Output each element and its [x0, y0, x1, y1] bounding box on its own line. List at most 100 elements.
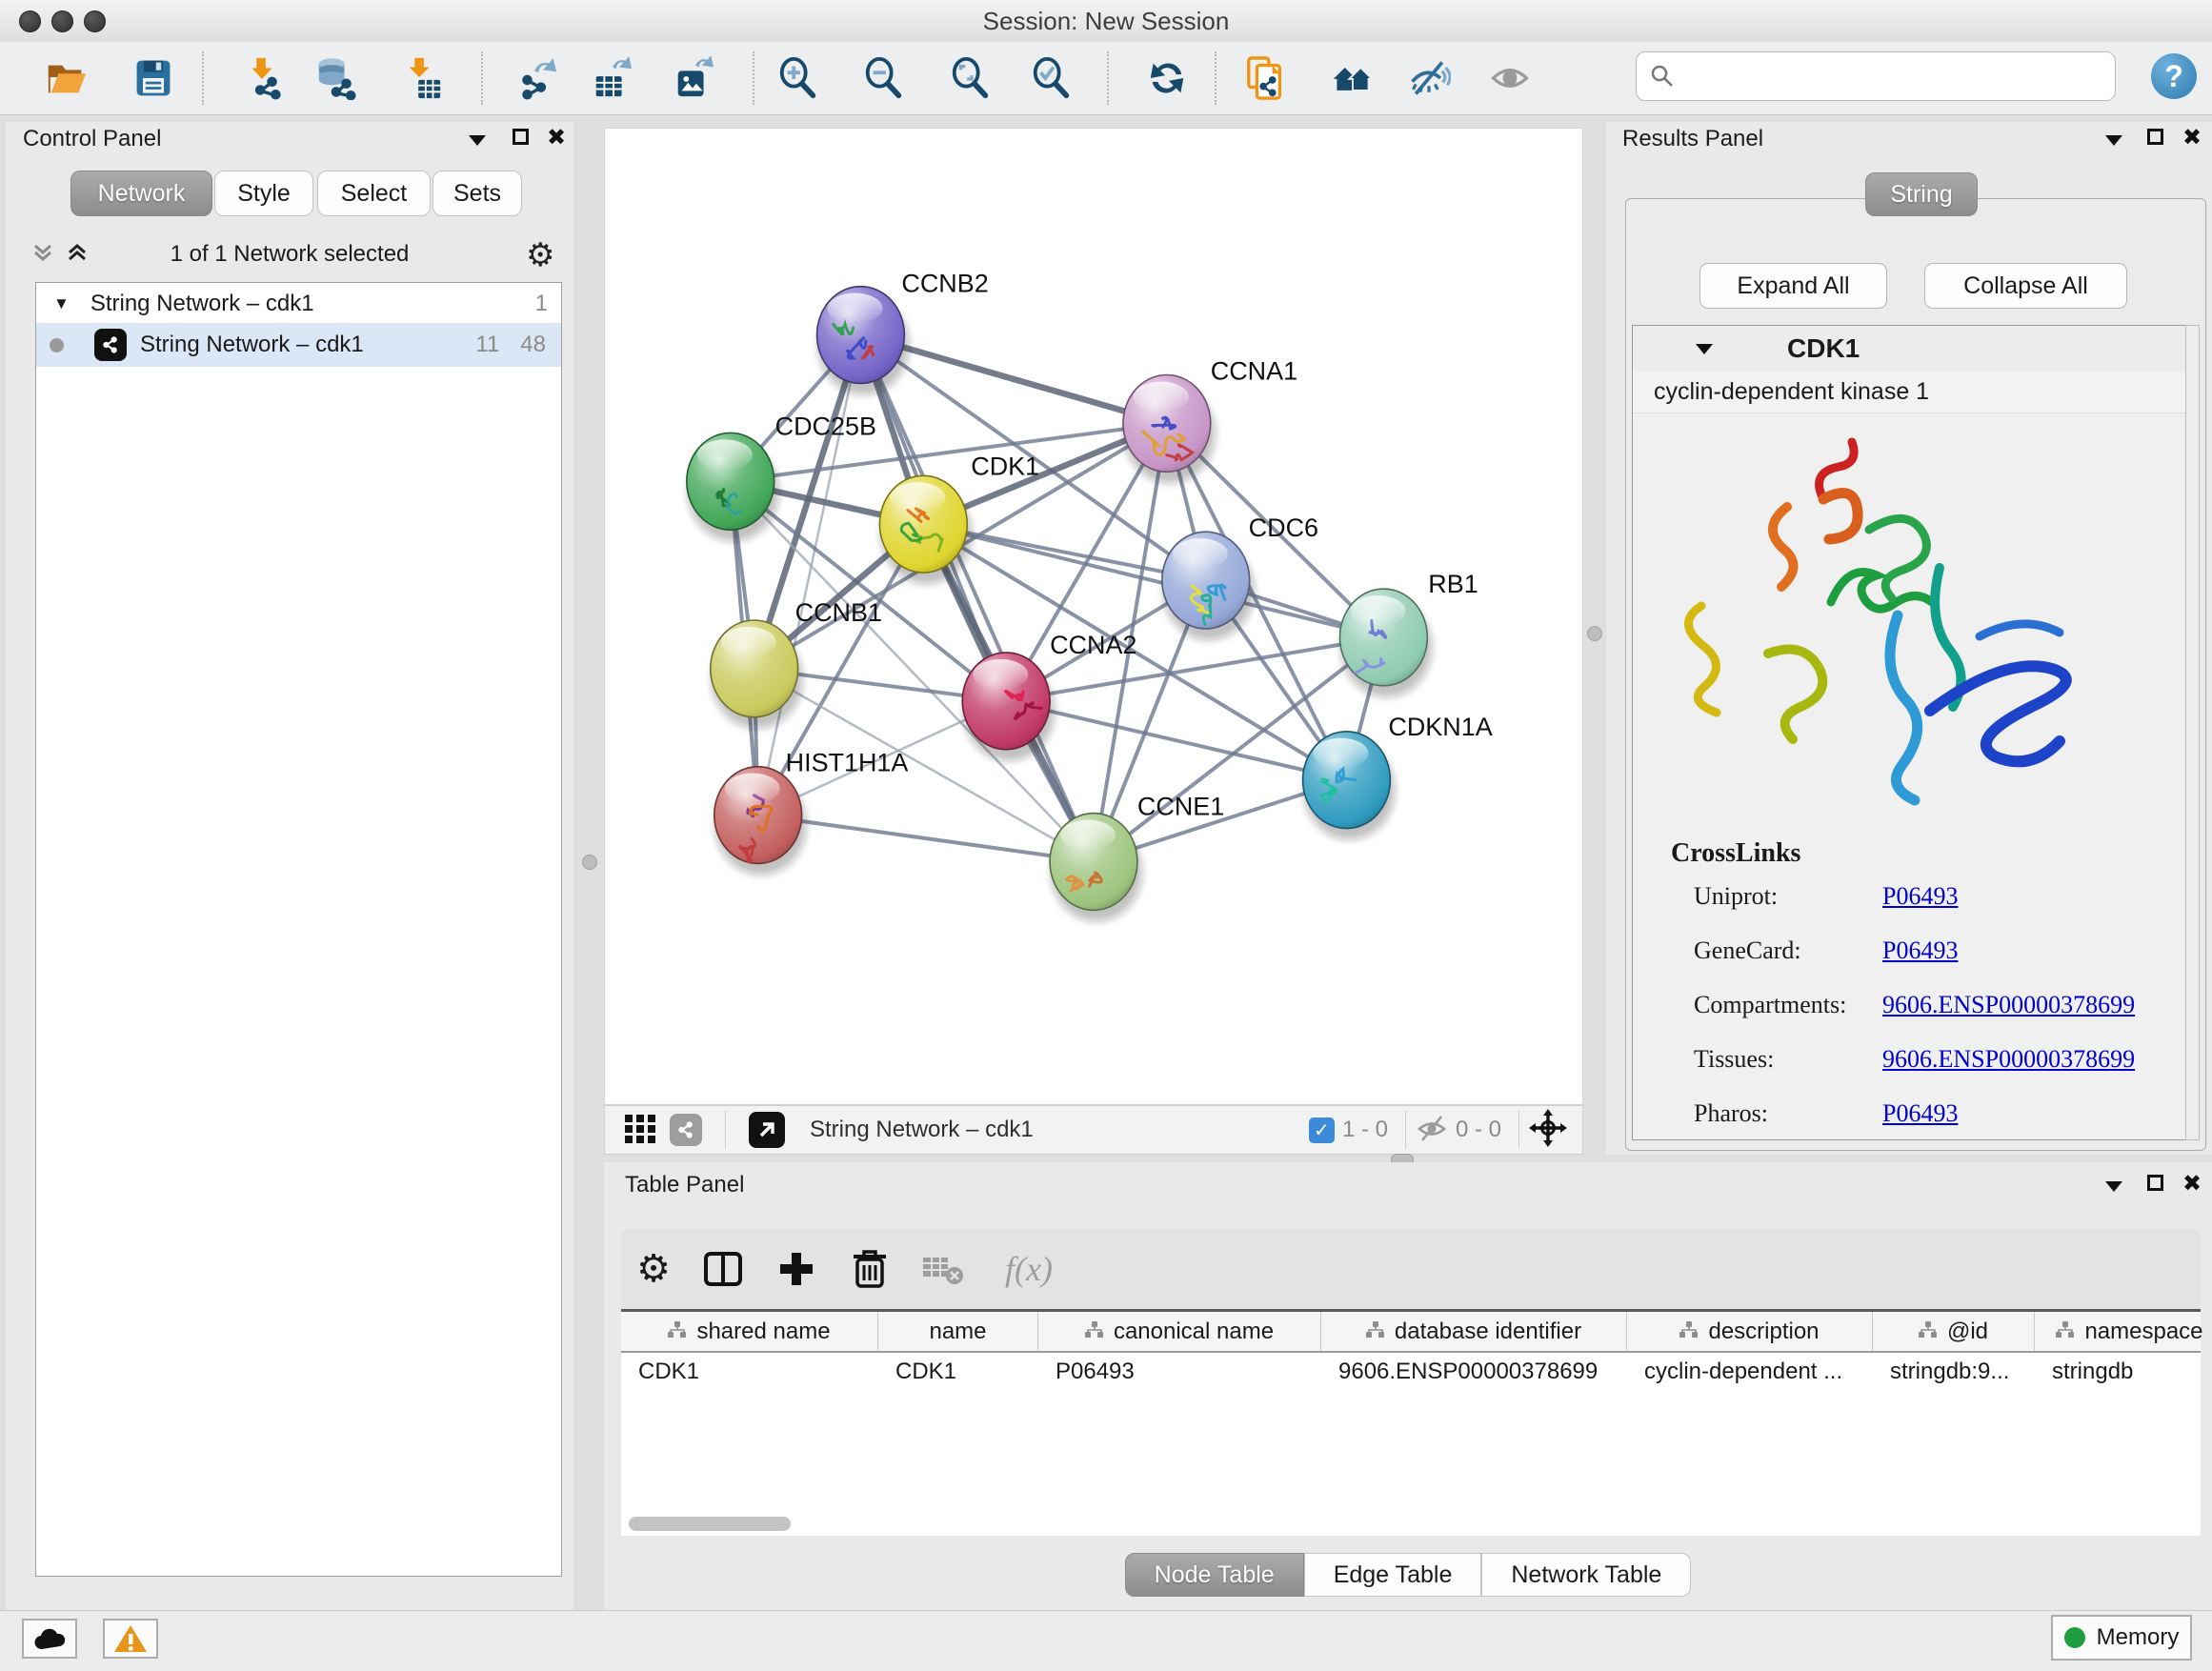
- table-cell[interactable]: CDK1: [878, 1353, 1038, 1391]
- control-panel-menu-icon[interactable]: [469, 133, 486, 151]
- column-header-canonical-name[interactable]: canonical name: [1038, 1312, 1321, 1351]
- zoom-fit-icon[interactable]: [949, 55, 993, 101]
- crosslink-link[interactable]: P06493: [1882, 1099, 1958, 1128]
- export-table-icon[interactable]: [591, 55, 634, 101]
- network-node-CDC6[interactable]: CDC6: [1162, 513, 1318, 640]
- tab-style[interactable]: Style: [214, 171, 313, 216]
- control-panel-close-icon[interactable]: ✖: [547, 127, 566, 150]
- share-view-icon[interactable]: [670, 1114, 702, 1146]
- table-cell[interactable]: P06493: [1038, 1353, 1321, 1391]
- cloud-status-button[interactable]: [22, 1619, 77, 1659]
- first-neighbors-icon[interactable]: [1331, 55, 1375, 101]
- zoom-in-icon[interactable]: [776, 55, 820, 101]
- gene-name: CDK1: [1787, 333, 1860, 364]
- split-columns-icon[interactable]: [696, 1229, 750, 1309]
- zoom-out-icon[interactable]: [862, 55, 906, 101]
- network-collection-row[interactable]: ▼ String Network – cdk1 1: [36, 285, 561, 323]
- network-node-CDKN1A[interactable]: CDKN1A: [1303, 713, 1493, 840]
- crosslink-link[interactable]: P06493: [1882, 936, 1958, 965]
- right-splitter-grip[interactable]: [1587, 626, 1602, 641]
- add-column-icon[interactable]: [770, 1229, 823, 1309]
- results-panel-close-icon[interactable]: ✖: [2182, 127, 2202, 150]
- hidden-count: 0 - 0: [1456, 1117, 1501, 1143]
- gene-collapse-icon[interactable]: [1696, 344, 1713, 354]
- tab-node-table[interactable]: Node Table: [1125, 1553, 1304, 1597]
- function-builder-icon[interactable]: f(x): [991, 1229, 1067, 1309]
- save-session-icon[interactable]: [131, 55, 175, 101]
- table-panel: Table Panel ✖ ⚙ f(x) shared namenamecano…: [604, 1162, 2212, 1610]
- table-cell[interactable]: 9606.ENSP00000378699: [1321, 1353, 1627, 1391]
- column-header-database-identifier[interactable]: database identifier: [1321, 1312, 1627, 1351]
- table-gear-icon[interactable]: ⚙: [627, 1229, 680, 1309]
- network-node-HIST1H1A[interactable]: HIST1H1A: [714, 749, 909, 876]
- expand-all-networks-icon[interactable]: [30, 240, 55, 270]
- import-table-file-icon[interactable]: [400, 55, 444, 101]
- crosslink-link[interactable]: 9606.ENSP00000378699: [1882, 1045, 2135, 1074]
- control-panel-title: Control Panel: [23, 126, 161, 152]
- apply-layout-icon[interactable]: [1145, 55, 1189, 101]
- results-panel-menu-icon[interactable]: [2105, 133, 2122, 151]
- zoom-selected-icon[interactable]: [1030, 55, 1074, 101]
- network-from-selection-icon[interactable]: [1244, 55, 1288, 101]
- hidden-eye-icon[interactable]: [1416, 1114, 1448, 1147]
- hide-selected-icon[interactable]: [1407, 55, 1451, 101]
- grid-view-icon[interactable]: [624, 1112, 656, 1149]
- show-all-icon[interactable]: [1488, 55, 1532, 101]
- left-splitter-grip[interactable]: [582, 855, 597, 870]
- import-network-database-icon[interactable]: [313, 55, 357, 101]
- results-scrollbar[interactable]: [2185, 325, 2200, 1140]
- crosslink-row: GeneCard:P06493: [1633, 936, 2189, 984]
- collapse-all-networks-icon[interactable]: [65, 240, 90, 270]
- delete-table-icon[interactable]: [916, 1229, 970, 1309]
- network-canvas[interactable]: CCNB2CCNA1CDC25BCDK1CDC6RB1CCNB1CCNA2CDK…: [604, 128, 1583, 1105]
- selected-checkbox-icon[interactable]: ✓: [1309, 1117, 1335, 1143]
- open-session-icon[interactable]: [45, 55, 89, 101]
- tab-network-table[interactable]: Network Table: [1481, 1553, 1691, 1597]
- table-panel-float-icon[interactable]: [2147, 1175, 2163, 1196]
- network-node-CCNB2[interactable]: CCNB2: [817, 270, 989, 395]
- birdseye-view-icon[interactable]: [749, 1112, 785, 1148]
- string-network-graph: CCNB2CCNA1CDC25BCDK1CDC6RB1CCNB1CCNA2CDK…: [605, 129, 1582, 1104]
- expand-all-button[interactable]: Expand All: [1699, 263, 1887, 309]
- column-header--id[interactable]: @id: [1873, 1312, 2035, 1351]
- help-icon[interactable]: ?: [2151, 53, 2197, 99]
- column-header-label: description: [1708, 1319, 1819, 1345]
- control-panel-float-icon[interactable]: [513, 129, 529, 150]
- crosslink-link[interactable]: P06493: [1882, 882, 1958, 911]
- export-network-icon[interactable]: [516, 55, 560, 101]
- table-horizontal-scrollbar[interactable]: [629, 1517, 791, 1531]
- network-node-CCNE1[interactable]: CCNE1: [1050, 793, 1224, 922]
- gene-header-row[interactable]: CDK1: [1633, 326, 2189, 372]
- table-cell[interactable]: stringdb: [2035, 1353, 2212, 1391]
- column-header-description[interactable]: description: [1627, 1312, 1873, 1351]
- table-panel-menu-icon[interactable]: [2105, 1179, 2122, 1197]
- results-panel-float-icon[interactable]: [2147, 129, 2163, 150]
- network-node-CCNB1[interactable]: CCNB1: [711, 598, 882, 729]
- pan-crosshair-icon[interactable]: [1529, 1109, 1567, 1152]
- delete-column-icon[interactable]: [843, 1229, 896, 1309]
- column-header-namespace[interactable]: namespace: [2035, 1312, 2212, 1351]
- tab-edge-table[interactable]: Edge Table: [1304, 1553, 1482, 1597]
- table-panel-close-icon[interactable]: ✖: [2182, 1173, 2202, 1196]
- network-options-gear-icon[interactable]: ⚙: [526, 236, 554, 274]
- tab-network[interactable]: Network: [70, 171, 212, 216]
- memory-button[interactable]: Memory: [2051, 1615, 2192, 1661]
- column-header-name[interactable]: name: [878, 1312, 1038, 1351]
- tab-sets[interactable]: Sets: [432, 171, 522, 216]
- tab-string[interactable]: String: [1865, 172, 1978, 216]
- table-cell[interactable]: stringdb:9...: [1873, 1353, 2035, 1391]
- table-cell[interactable]: CDK1: [621, 1353, 878, 1391]
- warning-status-button[interactable]: [103, 1619, 158, 1659]
- crosslink-link[interactable]: 9606.ENSP00000378699: [1882, 991, 2135, 1019]
- collapse-all-button[interactable]: Collapse All: [1924, 263, 2127, 309]
- table-cell[interactable]: cyclin-dependent ...: [1627, 1353, 1873, 1391]
- export-image-icon[interactable]: [672, 55, 715, 101]
- import-network-file-icon[interactable]: [240, 55, 284, 101]
- cloud-icon: [32, 1626, 67, 1651]
- collection-expand-icon[interactable]: ▼: [53, 294, 70, 313]
- network-row-selected[interactable]: String Network – cdk1 11 48: [36, 323, 561, 367]
- network-node-RB1[interactable]: RB1: [1339, 570, 1478, 697]
- tab-select[interactable]: Select: [317, 171, 431, 216]
- search-input[interactable]: [1684, 62, 2101, 91]
- column-header-shared-name[interactable]: shared name: [621, 1312, 878, 1351]
